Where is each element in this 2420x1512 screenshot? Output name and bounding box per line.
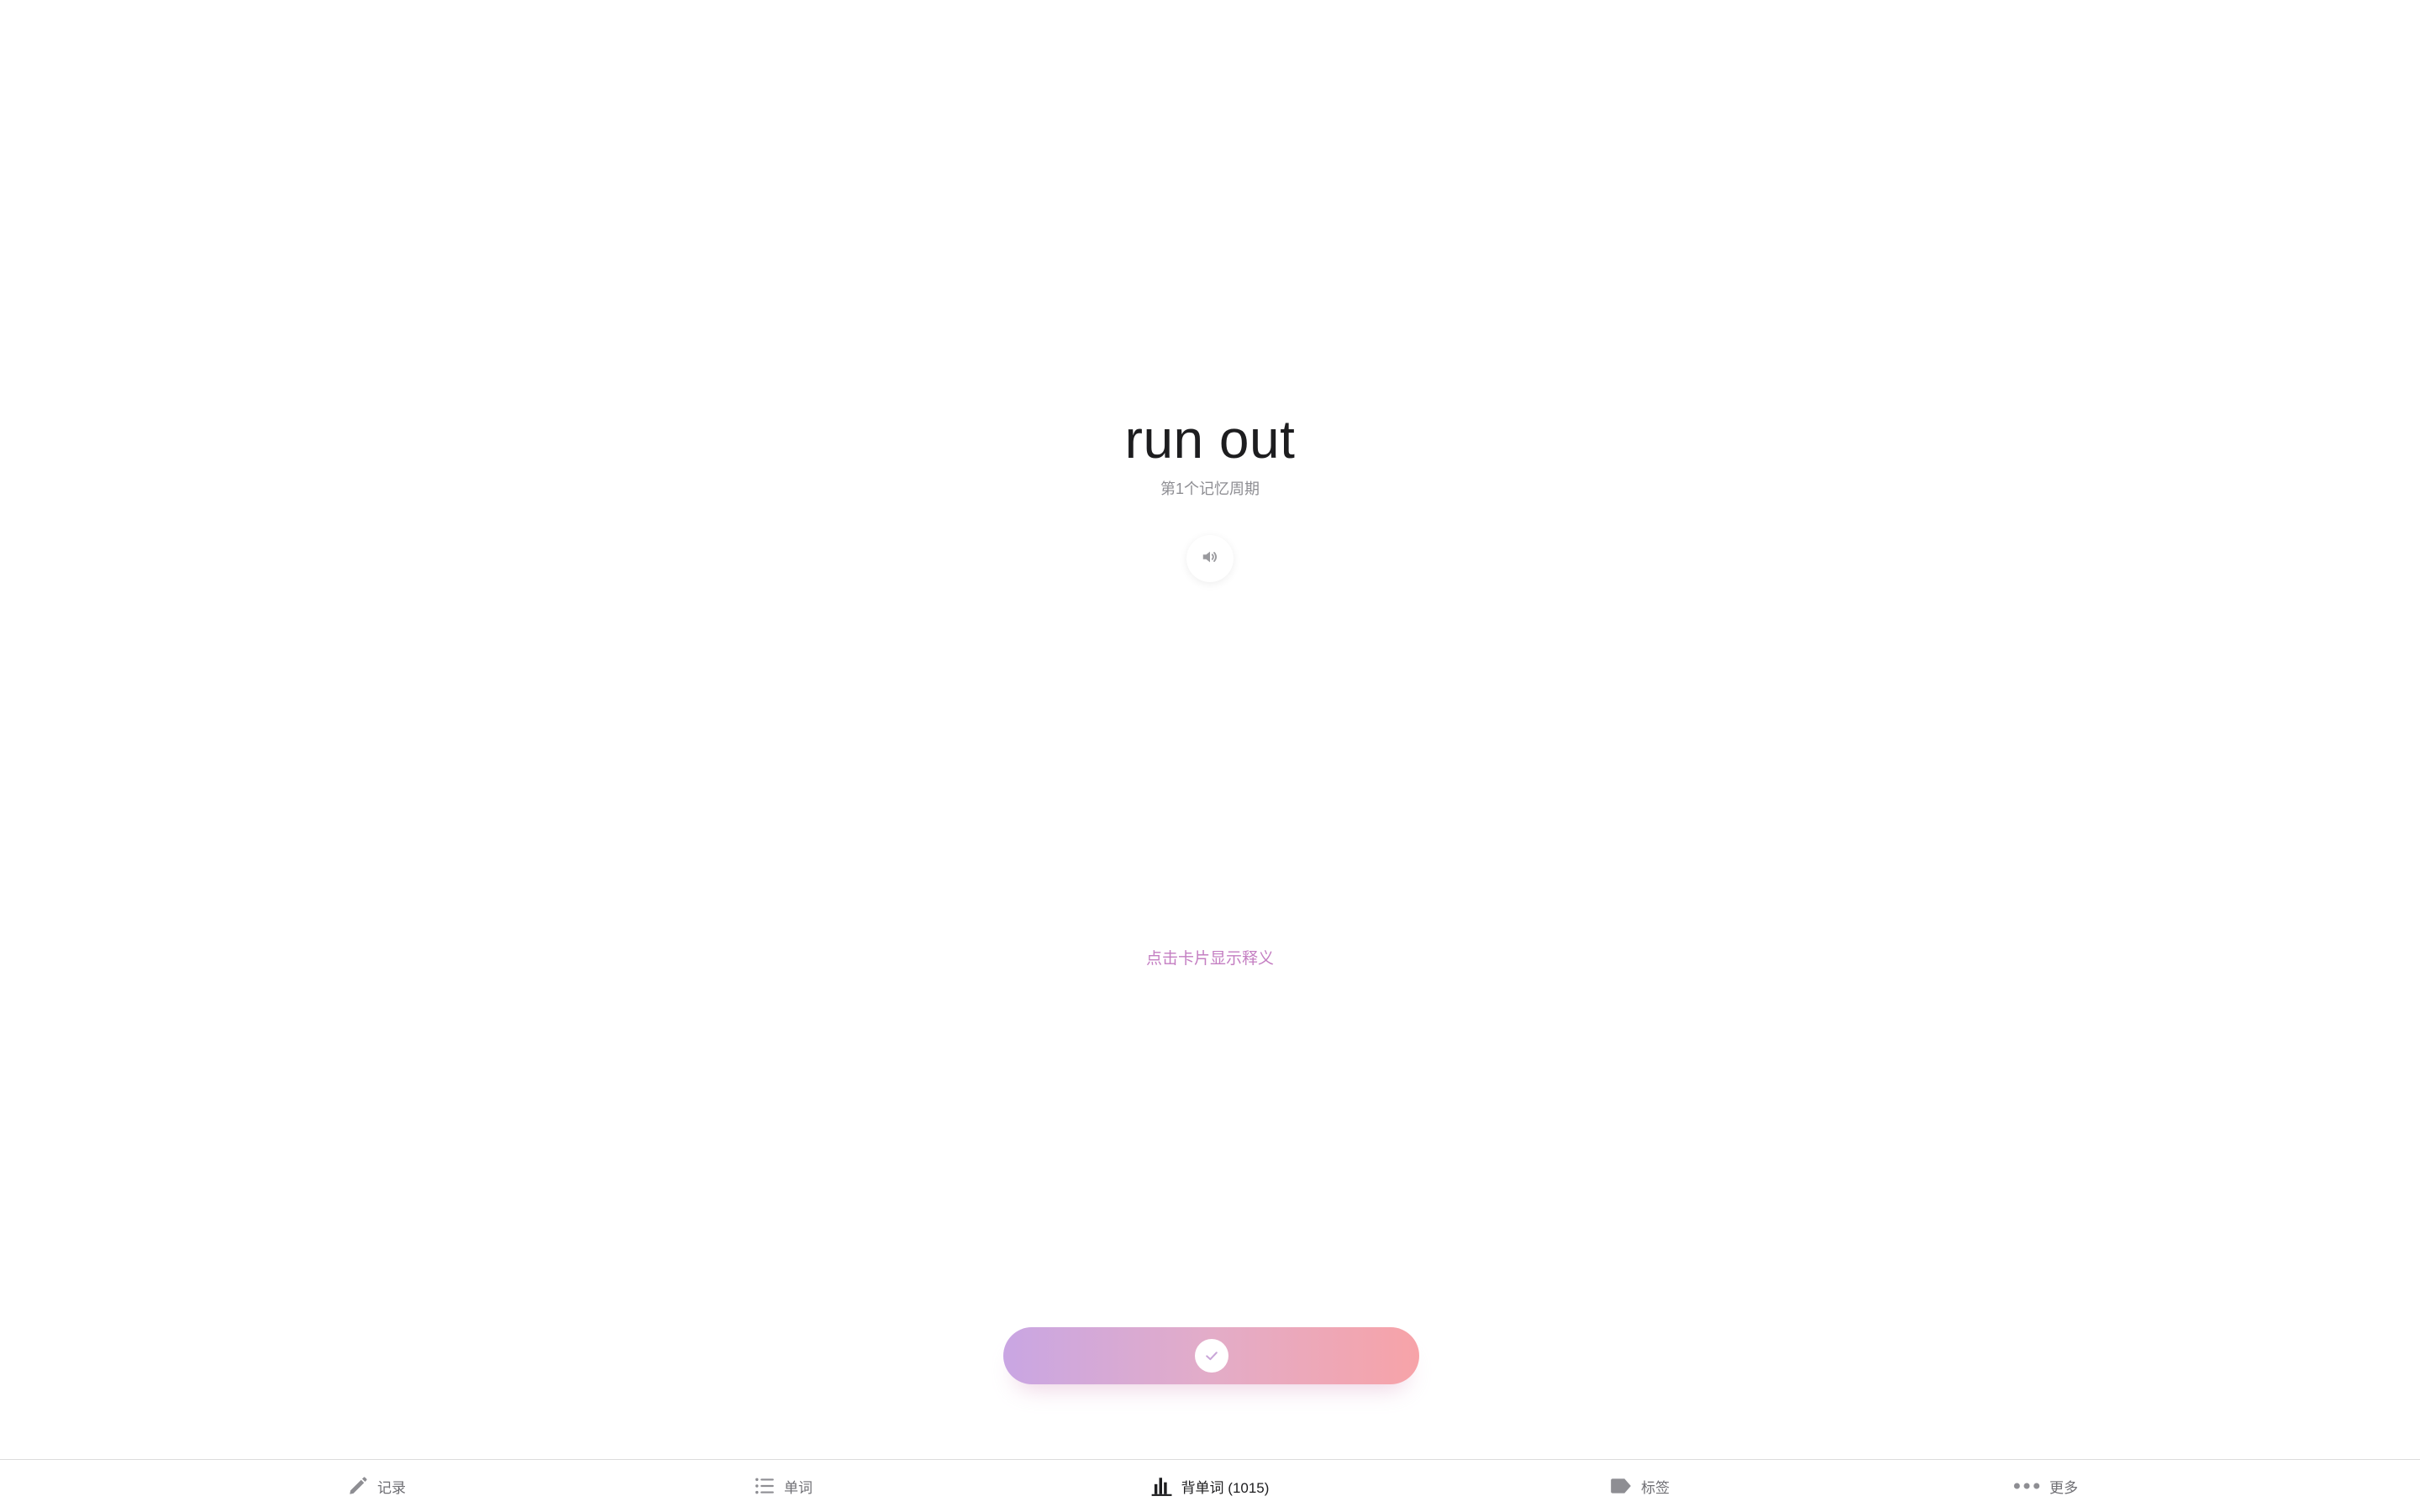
memory-cycle-label: 第1个记忆周期	[1160, 480, 1260, 497]
app-window: run out 第1个记忆周期 点击卡片显示释义 记录 单词 背单词 (1015…	[0, 0, 2420, 1512]
flashcard[interactable]: run out 第1个记忆周期 点击卡片显示释义	[0, 0, 2420, 1457]
tab-label: 单词	[784, 1479, 813, 1496]
tab-label: 记录	[377, 1479, 406, 1496]
tab-label: 标签	[1641, 1479, 1670, 1496]
tab-words[interactable]: 单词	[754, 1460, 813, 1512]
tag-icon	[1609, 1475, 1633, 1497]
speaker-icon	[1201, 548, 1219, 570]
list-icon	[754, 1475, 776, 1497]
reveal-hint: 点击卡片显示释义	[1145, 950, 1274, 968]
check-icon	[1194, 1339, 1228, 1373]
tab-memorize[interactable]: 背单词 (1015)	[1151, 1460, 1270, 1512]
tab-more[interactable]: 更多	[2012, 1460, 2078, 1512]
word-title: run out	[1124, 409, 1296, 470]
pencil-icon	[347, 1475, 369, 1497]
bottom-tab-bar: 记录 单词 背单词 (1015) 标签 更多	[0, 1459, 2420, 1512]
bar-chart-icon	[1151, 1475, 1173, 1497]
more-icon	[2012, 1475, 2041, 1497]
tab-label: 更多	[2049, 1479, 2078, 1496]
tab-label: 背单词 (1015)	[1181, 1479, 1270, 1496]
tab-records[interactable]: 记录	[347, 1460, 406, 1512]
tab-tags[interactable]: 标签	[1609, 1460, 1670, 1512]
pronounce-button[interactable]	[1186, 535, 1234, 582]
remembered-button[interactable]	[1003, 1327, 1419, 1384]
